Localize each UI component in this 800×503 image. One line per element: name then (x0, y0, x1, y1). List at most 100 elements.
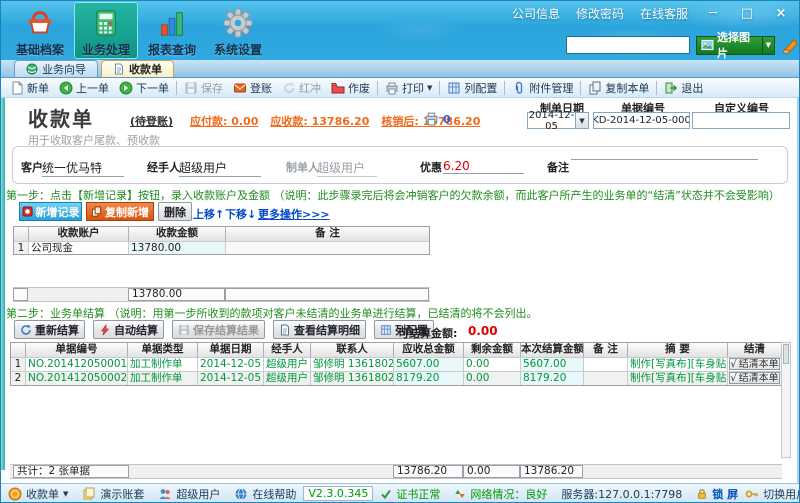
settlement-toolbar: 重新结算 自动结算 保存结算结果 查看结算明细 列配置 (14, 320, 434, 339)
doc-no-field[interactable]: SKD-2014-12-05-0001 (593, 112, 690, 129)
online-help-item[interactable]: 在线帮助 (234, 486, 296, 502)
prev-doc-button[interactable]: 上一单 (54, 79, 114, 97)
auto-settle-button[interactable]: 自动结算 (93, 320, 164, 339)
doc-status-link[interactable]: (待登账) (130, 113, 173, 129)
post-icon (233, 81, 247, 95)
check-icon: √ (730, 372, 736, 384)
account-set-item[interactable]: 演示账套 (82, 486, 144, 502)
col-header-doc-type: 单据类型 (128, 343, 198, 357)
change-password-link[interactable]: 修改密码 (576, 5, 624, 22)
check-icon: √ (730, 358, 736, 370)
close-button[interactable]: × (772, 6, 790, 21)
copy-add-button[interactable]: 复制新增 (86, 202, 154, 221)
remark-cell[interactable] (584, 371, 628, 385)
gear-icon (223, 8, 253, 38)
discount-field[interactable]: 6.20 (443, 159, 524, 174)
lock-screen-button[interactable]: 锁 屏 (696, 486, 738, 502)
move-up-link[interactable]: 上移↑ (193, 206, 224, 222)
col-header-handler: 经手人 (264, 343, 311, 357)
exit-button[interactable]: 退出 (659, 79, 708, 97)
maximize-button[interactable]: □ (738, 6, 756, 21)
nav-label: 系统设置 (214, 41, 262, 58)
check-icon (380, 488, 392, 500)
lock-icon (696, 488, 708, 500)
document-icon (113, 63, 125, 75)
settle-cell[interactable]: 5607.00 (521, 357, 584, 371)
col-header-contact: 联系人 (311, 343, 394, 357)
company-info-link[interactable]: 公司信息 (512, 5, 560, 22)
post-account-button[interactable]: 登账 (228, 79, 277, 97)
nav-item-system-settings[interactable]: 系统设置 (206, 2, 270, 59)
current-user-item[interactable]: 超级用户 (158, 486, 220, 502)
remark-cell[interactable] (584, 357, 628, 371)
chevron-down-icon: ▼ (427, 84, 432, 92)
view-settlement-detail-button[interactable]: 查看结算明细 (273, 320, 366, 339)
tab-receipt[interactable]: 收款单 (101, 60, 174, 77)
exit-icon (664, 81, 678, 95)
columns-icon (447, 81, 461, 95)
settleable-amount-value: 0.00 (468, 324, 498, 338)
amount-cell[interactable]: 13780.00 (129, 241, 226, 254)
new-doc-button[interactable]: 新单 (5, 79, 54, 97)
void-button[interactable]: 作废 (326, 79, 375, 97)
users-icon (158, 487, 172, 501)
nav-label: 报表查询 (148, 41, 196, 58)
columns-icon (380, 324, 392, 336)
total-remark-box (225, 288, 429, 301)
toolbar-separator (580, 81, 581, 95)
settle-cell[interactable]: 8179.20 (521, 371, 584, 385)
settle-doc-button[interactable]: √结清本单 (729, 372, 780, 384)
online-service-link[interactable]: 在线客服 (640, 5, 688, 22)
doc-count-box: 共计：2 张单据 (13, 465, 129, 478)
next-doc-button[interactable]: 下一单 (114, 79, 174, 97)
doc-no-cell: NO.201412050001 (26, 357, 128, 371)
doc-date-cell: 2014-12-05 (198, 357, 264, 371)
account-cell[interactable]: 公司现金 (29, 241, 129, 254)
select-image-button[interactable]: 选择图片 ▼ (696, 36, 775, 55)
doc-type-menu[interactable]: 收款单 ▼ (8, 486, 68, 502)
red-flush-button: 红冲 (277, 79, 326, 97)
chevron-down-icon[interactable]: ▼ (575, 113, 588, 128)
save-icon (184, 81, 198, 95)
minimize-button[interactable]: ─ (704, 6, 722, 21)
summary-cell: 制作[写真布][车身贴] ... (628, 357, 728, 371)
move-down-link[interactable]: 下移↓ (225, 206, 256, 222)
custom-no-field[interactable] (692, 112, 790, 129)
col-header-check (11, 343, 26, 357)
total-amount-box: 13780.00 (128, 288, 225, 301)
customer-field[interactable]: 统一优马特 (42, 159, 124, 177)
add-record-button[interactable]: 新增记录 (19, 202, 82, 221)
step1-instruction: 第一步：点击【新增记录】按钮，录入收款账户及金额 （说明：此步骤录完后将会冲销客… (6, 187, 780, 203)
scrollbar-thumb[interactable] (783, 344, 789, 364)
doc-type-cell: 加工制作单 (128, 357, 198, 371)
settle-sum-box: 13786.20 (520, 465, 583, 478)
copy-icon (588, 81, 602, 95)
receipt-accounts-table: 收款账户 收款金额 备 注 1 公司现金 13780.00 (13, 226, 430, 255)
vertical-scrollbar[interactable] (781, 342, 791, 458)
remark-field[interactable] (571, 159, 758, 160)
nav-item-business-processing[interactable]: 业务处理 (74, 2, 138, 59)
settle-doc-button[interactable]: √结清本单 (729, 358, 780, 370)
more-actions-link[interactable]: 更多操作>>> (258, 206, 330, 222)
attachments-button[interactable]: 附件管理 (507, 79, 578, 97)
delete-button[interactable]: 删除 (158, 202, 192, 221)
printer-icon (385, 81, 399, 95)
date-combo[interactable]: 2014-12-05 ▼ (527, 112, 589, 129)
tab-business-wizard[interactable]: 业务向导 (14, 60, 98, 77)
column-config-button[interactable]: 列配置 (442, 79, 502, 97)
chevron-down-icon[interactable]: ▼ (762, 37, 774, 54)
settleable-amount-label: 可结算金额: (398, 325, 457, 341)
toolbar-separator (439, 81, 440, 95)
remark-cell[interactable] (226, 241, 429, 254)
handler-field[interactable]: 超级用户 (179, 159, 261, 177)
print-button[interactable]: 打印▼ (380, 79, 437, 97)
nav-item-report-query[interactable]: 报表查询 (140, 2, 204, 59)
recalc-button[interactable]: 重新结算 (14, 320, 85, 339)
remaining-sum-box: 0.00 (463, 465, 520, 478)
nav-item-base-archives[interactable]: 基础档案 (8, 2, 72, 59)
printer-icon[interactable] (424, 111, 439, 126)
copy-doc-button[interactable]: 复制本单 (583, 79, 654, 97)
toolbar-separator (504, 81, 505, 95)
title-text-input[interactable] (566, 36, 690, 54)
switch-user-button[interactable]: 切换用户 (745, 486, 800, 502)
